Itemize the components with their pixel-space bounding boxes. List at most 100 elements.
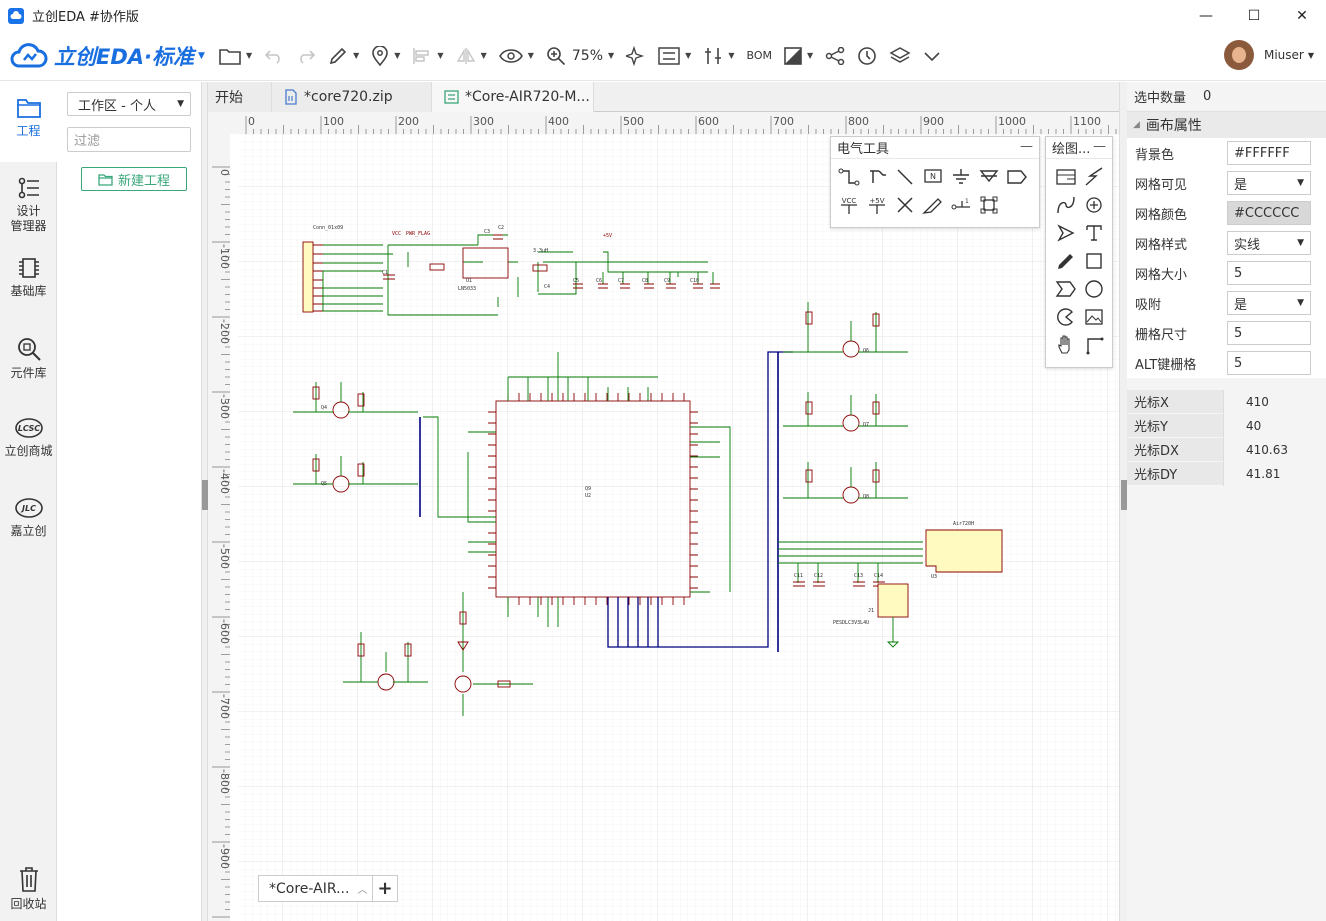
dimension-tool-button[interactable] — [1080, 331, 1108, 359]
bezier-tool-button[interactable] — [1052, 191, 1080, 219]
nav-item-jlc[interactable]: JLC 嘉立创 — [0, 482, 57, 562]
electrical-tools-header[interactable]: 电气工具 — — [831, 137, 1039, 159]
history-button[interactable] — [851, 31, 883, 81]
circle-tool-button[interactable] — [1080, 275, 1108, 303]
view-menu-button[interactable]: ▼ — [493, 31, 540, 81]
chevron-down-icon: ▼ — [608, 51, 615, 60]
nav-item-project[interactable]: 工程 — [0, 82, 57, 162]
tab-core720-zip[interactable]: *core720.zip — [272, 82, 432, 112]
schematic-label: VCC — [392, 231, 401, 237]
prop-input[interactable]: 5 — [1227, 321, 1311, 345]
tools-menu-button[interactable]: ▼ — [697, 31, 740, 81]
design-menu-button[interactable]: ▼ — [652, 31, 697, 81]
polygon-tool-button[interactable] — [1052, 275, 1080, 303]
chip-icon — [18, 258, 39, 278]
user-name: Miuser — [1263, 48, 1304, 62]
bus-entry-tool-button[interactable] — [891, 163, 919, 191]
chevron-up-icon[interactable]: ︿ — [357, 881, 367, 896]
arrow-tool-button[interactable] — [1052, 219, 1080, 247]
rotate-menu-button[interactable]: ▼ — [450, 31, 493, 81]
edit-menu-button[interactable]: ▼ — [322, 31, 365, 81]
probe-tool-button[interactable] — [919, 191, 947, 219]
ground-tool-button[interactable] — [947, 163, 975, 191]
add-circle-tool-button[interactable] — [1080, 191, 1108, 219]
schematic-canvas[interactable]: 0 100 200 300 400 500 600 700 800 900 1000 1100 0 -1… — [208, 112, 1119, 921]
wire-tool-button[interactable] — [835, 163, 863, 191]
drawing-tools-header[interactable]: 绘图... — — [1046, 137, 1112, 159]
polyline-tool-button[interactable] — [1080, 163, 1108, 191]
layers-button[interactable] — [883, 31, 917, 81]
main-toolbar: 立创EDA·标准 ▼ ▼ ▼ ▼ ▼ ▼ ▼ 75% ▼ ▼ ▼ BOM ▼ M… — [0, 31, 1326, 81]
cursor-row: 光标Y 40 — [1127, 414, 1326, 438]
canvas-props-section[interactable]: ◢ 画布属性 — [1127, 112, 1326, 138]
text-tool-button[interactable] — [1080, 219, 1108, 247]
bus-icon — [870, 170, 886, 183]
schematic-label: C12 — [814, 573, 823, 579]
redo-button[interactable] — [290, 31, 322, 81]
image-frame-tool-button[interactable] — [1052, 163, 1080, 191]
ruler-label: -500 — [218, 544, 231, 569]
prop-row: 栅格尺寸 5 — [1127, 318, 1326, 348]
prop-label: 网格可见 — [1135, 177, 1188, 193]
netflag-tool-button[interactable] — [1003, 163, 1031, 191]
close-button[interactable]: ✕ — [1278, 0, 1326, 31]
nav-item-recycle-bin[interactable]: 回收站 — [0, 851, 57, 921]
prop-input[interactable]: 5 — [1227, 351, 1311, 375]
minimize-button[interactable]: — — [1020, 139, 1033, 154]
nav-item-design-manager[interactable]: 设计 管理器 — [0, 162, 57, 242]
prop-value: 5 — [1234, 265, 1243, 281]
prop-select[interactable]: 是 ▼ — [1227, 291, 1311, 315]
minimize-button[interactable]: — — [1093, 139, 1106, 154]
ruler-label: 500 — [623, 115, 644, 128]
schematic-drawing[interactable]: 0 100 200 300 400 500 600 700 800 900 1000 1100 0 -1… — [208, 112, 1119, 921]
nav-label: 工程 — [16, 124, 41, 138]
ruler-label: -100 — [218, 244, 231, 269]
nav-item-component-lib[interactable]: 元件库 — [0, 322, 57, 402]
highlight-button[interactable] — [620, 31, 652, 81]
prop-select[interactable]: 是 ▼ — [1227, 171, 1311, 195]
nav-item-lcsc-mall[interactable]: LCSC 立创商城 — [0, 402, 57, 482]
maximize-button[interactable]: ☐ — [1230, 0, 1278, 31]
prop-select[interactable]: 实线 ▼ — [1227, 231, 1311, 255]
undo-button[interactable] — [258, 31, 290, 81]
nav-item-basic-lib[interactable]: 基础库 — [0, 242, 57, 322]
freehand-tool-button[interactable] — [1052, 247, 1080, 275]
pin-tool-button[interactable]: 1 — [947, 191, 975, 219]
theme-menu-button[interactable]: ▼ — [778, 31, 819, 81]
chevron-down-icon: ▼ — [480, 51, 487, 60]
filter-input[interactable]: 过滤 — [67, 127, 191, 152]
tab-core-air720[interactable]: *Core-AIR720-M... — [432, 82, 594, 112]
bus-tool-button[interactable] — [863, 163, 891, 191]
prop-input[interactable]: #CCCCCC — [1227, 201, 1311, 225]
add-page-button[interactable]: + — [373, 875, 398, 902]
rectangle-tool-button[interactable] — [1080, 247, 1108, 275]
tab-start[interactable]: 开始 — [208, 82, 272, 112]
new-project-button[interactable]: 新建工程 — [81, 167, 187, 191]
align-menu-button[interactable]: ▼ — [406, 31, 449, 81]
bom-button[interactable]: BOM — [740, 31, 778, 81]
file-menu-button[interactable]: ▼ — [213, 31, 258, 81]
vcc-tool-button[interactable]: VCC — [835, 191, 863, 219]
arc-tool-button[interactable] — [1052, 303, 1080, 331]
minimize-button[interactable]: — — [1182, 0, 1230, 31]
workspace-select[interactable]: 工作区 - 个人 ▼ — [67, 92, 191, 116]
share-button[interactable] — [819, 31, 851, 81]
brand-menu[interactable]: 立创EDA·标准 ▼ — [10, 41, 205, 71]
schematic-label: Q8 — [863, 494, 869, 500]
netport-tool-button[interactable] — [975, 163, 1003, 191]
more-button[interactable] — [917, 31, 947, 81]
prop-input[interactable]: #FFFFFF — [1227, 141, 1311, 165]
prop-input[interactable]: 5 — [1227, 261, 1311, 285]
plus5v-tool-button[interactable]: +5V — [863, 191, 891, 219]
image-tool-button[interactable] — [1080, 303, 1108, 331]
zoom-menu-button[interactable]: 75% ▼ — [540, 31, 620, 81]
doc-tab-core-air[interactable]: *Core-AIR... ︿ — [258, 875, 373, 902]
user-menu[interactable]: Miuser ▼ — [1223, 40, 1314, 70]
no-connect-tool-button[interactable] — [891, 191, 919, 219]
nav-label: 基础库 — [10, 284, 47, 298]
pan-tool-button[interactable] — [1052, 331, 1080, 359]
right-splitter[interactable] — [1119, 82, 1127, 921]
place-menu-button[interactable]: ▼ — [365, 31, 406, 81]
net-label-tool-button[interactable]: N — [919, 163, 947, 191]
sheet-tool-button[interactable] — [975, 191, 1003, 219]
